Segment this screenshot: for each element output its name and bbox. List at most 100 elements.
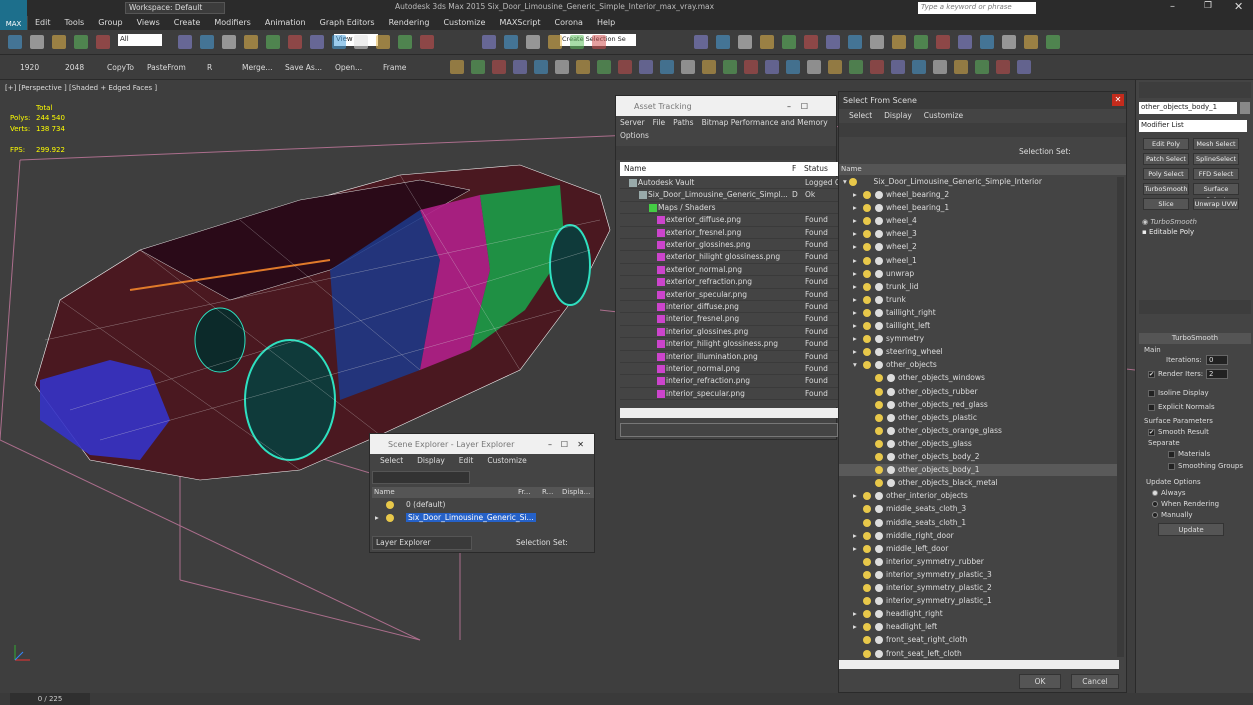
smooth-result-checkbox[interactable]: Smooth Result [1148,428,1209,436]
stack-toolbar[interactable] [1139,300,1251,314]
scene-object-row[interactable]: front_seat_left_cloth [839,648,1119,660]
scene-object-row[interactable]: ▸ wheel_bearing_1 [839,202,1119,214]
toolbar-tool-icon[interactable] [471,60,485,74]
close-icon[interactable]: ✕ [1234,0,1243,13]
toolbar-tool-icon[interactable] [892,35,906,49]
toolbar-tool-icon[interactable] [1002,35,1016,49]
expand-arrow-icon[interactable]: ▾ [853,359,857,371]
asset-row[interactable]: interior_diffuse.png Found [620,301,838,314]
lightbulb-icon[interactable] [875,479,883,488]
lightbulb-icon[interactable] [875,387,883,396]
scene-object-row[interactable]: ▸ wheel_bearing_2 [839,189,1119,201]
toolbar-tool-icon[interactable] [933,60,947,74]
lightbulb-icon[interactable] [875,439,883,448]
scene-object-row[interactable]: other_objects_rubber [839,386,1119,398]
viewport-label[interactable]: [+] [Perspective ] [Shaded + Edged Faces… [5,84,157,92]
scene-object-row[interactable]: ▸ wheel_4 [839,215,1119,227]
toolbar-button[interactable]: Merge... [242,63,273,72]
toolbar-tool-icon[interactable] [848,35,862,49]
toolbar-tool-icon[interactable] [376,35,390,49]
menu-item[interactable]: Help [590,16,622,30]
iterations-spinner[interactable]: 0 [1206,355,1228,365]
always-radio[interactable]: Always [1152,489,1186,497]
toolbar-tool-icon[interactable] [702,60,716,74]
toolbar-button[interactable]: 1920 [20,63,39,72]
toolbar-tool-icon[interactable] [1024,35,1038,49]
scene-object-row[interactable]: interior_symmetry_plastic_2 [839,582,1119,594]
asset-row[interactable]: interior_specular.png Found [620,388,838,401]
scene-object-row[interactable]: other_objects_plastic [839,412,1119,424]
maximize-icon[interactable]: ☐ [801,102,808,111]
lightbulb-icon[interactable] [849,178,858,186]
menu-item[interactable]: Customize [436,16,492,30]
horizontal-scrollbar[interactable] [839,660,1119,669]
expand-arrow-icon[interactable]: ▸ [853,189,857,201]
expand-arrow-icon[interactable]: ▸ [853,241,857,253]
scene-object-row[interactable]: middle_seats_cloth_3 [839,503,1119,515]
menu-item[interactable]: Create [167,16,208,30]
toolbar-tool-icon[interactable] [958,35,972,49]
scene-object-row[interactable]: ▸ wheel_2 [839,241,1119,253]
asset-tracking-titlebar[interactable]: Asset Tracking – ☐ [616,96,836,116]
scene-object-row[interactable]: ▸ other_interior_objects [839,490,1119,502]
asset-path-field[interactable] [620,423,838,437]
scene-object-row[interactable]: ▸ symmetry [839,333,1119,345]
when-rendering-radio[interactable]: When Rendering [1152,500,1219,508]
scene-object-row[interactable]: ▸ headlight_right [839,608,1119,620]
toolbar-button[interactable]: CopyTo [107,63,134,72]
toolbar-tool-icon[interactable] [936,35,950,49]
expand-arrow-icon[interactable]: ▸ [853,307,857,319]
toolbar-tool-icon[interactable] [548,35,562,49]
scene-object-row[interactable]: ▸ middle_right_door [839,530,1119,542]
expand-arrow-icon[interactable]: ▸ [853,621,857,633]
modifier-button[interactable]: Patch Select [1143,153,1189,165]
menu-item[interactable]: Edit [28,16,58,30]
asset-row[interactable]: Maps / Shaders [620,202,838,215]
scene-object-row[interactable]: other_objects_windows [839,372,1119,384]
menu-item[interactable]: Tools [58,16,92,30]
select-scene-menu-item[interactable]: Display [884,109,912,123]
asset-row[interactable]: Autodesk Vault Logged O [620,177,841,190]
lightbulb-icon[interactable] [863,518,871,527]
toolbar-tool-icon[interactable] [266,35,280,49]
scene-object-row[interactable]: interior_symmetry_plastic_1 [839,595,1119,607]
asset-row[interactable]: interior_fresnel.png Found [620,313,838,326]
object-color-swatch[interactable] [1240,102,1250,114]
menu-item[interactable]: Views [130,16,167,30]
lightbulb-icon[interactable] [863,610,871,619]
toolbar-tool-icon[interactable] [222,35,236,49]
expand-arrow-icon[interactable]: ▸ [853,202,857,214]
toolbar-tool-icon[interactable] [870,35,884,49]
layer-row[interactable]: 0 (default) [372,499,594,512]
app-logo[interactable]: MAX [0,0,27,30]
toolbar-button[interactable]: PasteFrom [147,63,186,72]
toolbar-tool-icon[interactable] [804,35,818,49]
asset-row[interactable]: Six_Door_Limousine_Generic_Simpl... D Ok [620,189,838,202]
toolbar-tool-icon[interactable] [807,60,821,74]
scene-object-row[interactable]: interior_symmetry_rubber [839,556,1119,568]
toolbar-button[interactable]: Frame [383,63,406,72]
lightbulb-icon[interactable] [863,492,871,501]
lightbulb-icon[interactable] [875,466,883,475]
ok-button[interactable]: OK [1019,674,1061,689]
asset-menu-item[interactable]: Paths [673,118,693,131]
expand-arrow-icon[interactable]: ▸ [853,228,857,240]
toolbar-tool-icon[interactable] [996,60,1010,74]
modifier-button[interactable]: FFD Select [1193,168,1239,180]
toolbar-tool-icon[interactable] [980,35,994,49]
scene-object-row[interactable]: ▾ other_objects [839,359,1119,371]
toolbar-tool-icon[interactable] [639,60,653,74]
scene-object-row[interactable]: ▸ trunk [839,294,1119,306]
scene-search-input[interactable] [372,471,470,484]
modifier-button[interactable]: Surface Select [1193,183,1239,204]
maximize-icon[interactable]: ❐ [1204,1,1212,11]
lightbulb-icon[interactable] [863,544,871,553]
menu-item[interactable]: Corona [548,16,590,30]
explicit-normals-checkbox[interactable]: Explicit Normals [1148,403,1215,411]
select-from-scene-titlebar[interactable]: Select From Scene ✕ [839,92,1126,109]
asset-menu-item[interactable]: Server [620,118,645,131]
modifier-list-dropdown[interactable]: Modifier List [1139,120,1247,132]
toolbar-button[interactable]: R [207,63,212,72]
scene-object-row[interactable]: front_seat_right_cloth [839,634,1119,646]
lightbulb-icon[interactable] [863,361,871,370]
